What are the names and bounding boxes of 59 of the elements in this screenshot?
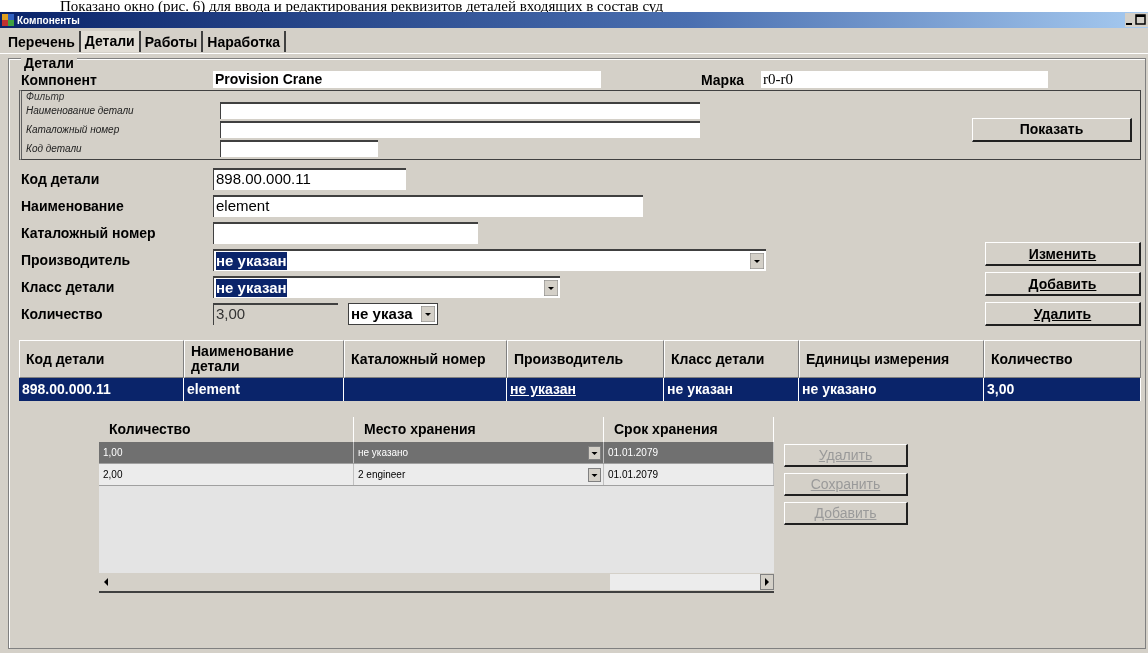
dropdown-arrow-icon[interactable] [544,280,558,296]
input-field[interactable]: element [213,195,643,217]
column-header[interactable]: Каталожный номер [344,340,507,378]
window-title: Компоненты [17,14,80,26]
filter-label: Наименование детали [26,105,135,116]
filter-label: Код детали [26,143,83,154]
table-cell: 3,00 [984,378,1141,401]
column-header[interactable]: Код детали [19,340,184,378]
table-row[interactable]: 898.00.000.11 element не указан не указан не указано 3,00 [19,378,1141,401]
table-cell-text: 01.01.2079 [608,446,659,460]
column-header[interactable]: Количество [984,340,1141,378]
column-header[interactable]: Наименование детали [184,340,344,378]
dropdown[interactable]: не указан [213,249,766,271]
action-button[interactable]: Изменить [985,242,1141,266]
column-header[interactable]: Единицы измерения [799,340,984,378]
app-icon [2,14,14,26]
table-cell-text: 01.01.2079 [608,468,659,482]
group-title: Детали [21,55,77,71]
table-cell-text: 2,00 [103,468,123,482]
table-row[interactable]: 2,00 2 engineer 01.01.2079 [99,464,774,486]
table-cell: не указан [507,378,664,401]
table-cell-text: не указано [358,446,409,460]
table-cell: не указано [799,378,984,401]
dropdown-arrow-icon[interactable] [421,306,435,322]
input-field[interactable] [220,121,700,138]
field-label: Код детали [21,171,101,187]
field-label: Марка [701,71,745,88]
field-label: Класс детали [21,279,116,295]
input-field[interactable] [213,222,478,244]
filter-label: Каталожный номер [26,124,121,135]
field-label: Производитель [21,252,132,268]
field-label: Количество [21,306,104,322]
brand-field[interactable]: r0-r0 [761,71,1048,88]
horizontal-scrollbar[interactable] [99,573,774,593]
filter-title: Фильтр [26,91,66,102]
table-row[interactable]: 1,00 не указано 01.01.2079 [99,442,774,464]
scroll-right-icon[interactable] [760,574,774,590]
table-cell: element [184,378,344,401]
column-header[interactable]: Класс детали [664,340,799,378]
scroll-thumb[interactable] [610,574,760,590]
action-button[interactable]: Удалить [985,302,1141,326]
field-label: Каталожный номер [21,225,157,241]
input-field[interactable] [220,140,378,157]
tab[interactable]: Детали [80,31,141,52]
component-field[interactable]: Provision Crane [213,71,601,88]
field-label: Компонент [21,71,98,88]
table-cell: 898.00.000.11 [19,378,184,401]
show-button[interactable]: Показать [972,117,1132,142]
dropdown[interactable]: не указан [213,276,560,298]
field-label: Наименование [21,198,125,214]
maximize-icon[interactable] [1135,14,1146,26]
column-header[interactable]: Производитель [507,340,664,378]
action-button[interactable]: Добавить [985,272,1141,296]
table-cell-text: 1,00 [103,446,123,460]
table-cell: не указан [664,378,799,401]
table-cell-text: 2 engineer [358,468,406,482]
input-field[interactable]: 898.00.000.11 [213,168,406,190]
input-field[interactable] [220,102,700,119]
dropdown-arrow-icon[interactable] [750,253,764,269]
